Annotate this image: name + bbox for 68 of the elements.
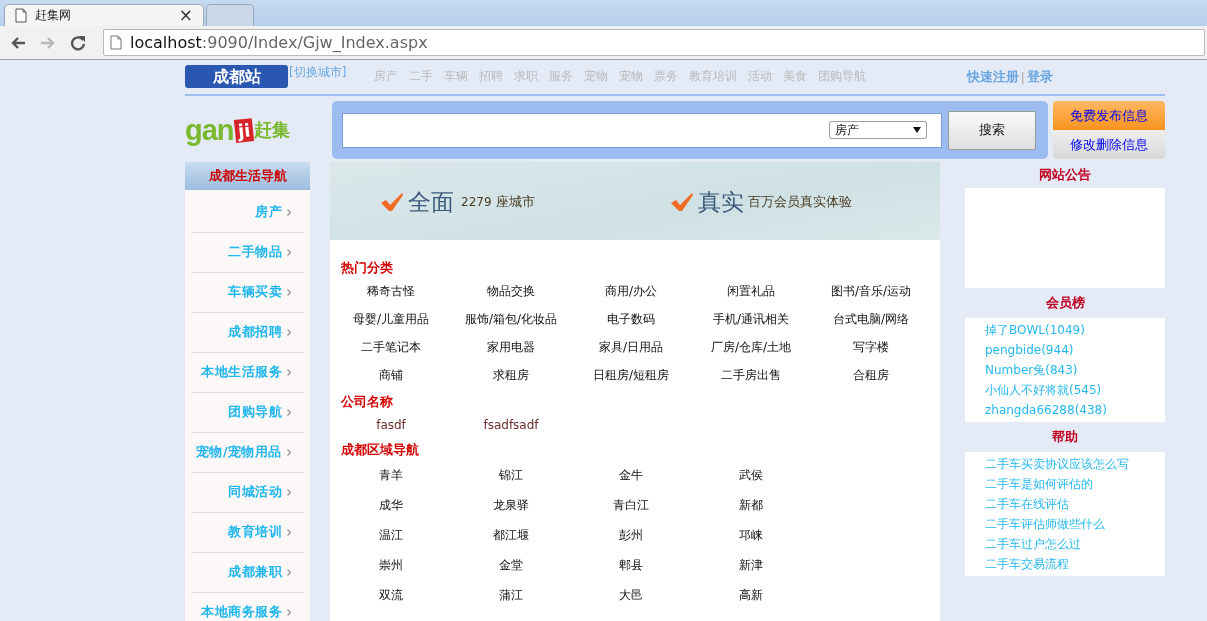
category-link[interactable]: 服饰/箱包/化妆品: [451, 304, 571, 334]
section-title: 热门分类: [340, 259, 394, 277]
company-link[interactable]: fsadfsadf: [451, 412, 571, 438]
category-link[interactable]: 商铺: [331, 360, 451, 390]
category-link[interactable]: 合租房: [811, 360, 931, 390]
logo-text: 赶集: [253, 118, 290, 142]
category-link[interactable]: 家具/日用品: [571, 332, 691, 362]
category-link[interactable]: 手机/通讯相关: [691, 304, 811, 334]
region-link[interactable]: 金牛: [571, 460, 691, 490]
region-link[interactable]: 大邑: [571, 580, 691, 610]
region-link[interactable]: 青羊: [331, 460, 451, 490]
post-button[interactable]: 免费发布信息: [1053, 101, 1165, 130]
category-link[interactable]: 台式电脑/网络: [811, 304, 931, 334]
tab-title: 赶集网: [35, 7, 72, 24]
region-link[interactable]: 新津: [691, 550, 811, 580]
region-link[interactable]: 成华: [331, 490, 451, 520]
region-link[interactable]: 蒲江: [451, 580, 571, 610]
panel-title: 帮助: [1051, 428, 1079, 446]
region-link[interactable]: 温江: [331, 520, 451, 550]
region-link[interactable]: 武侯: [691, 460, 811, 490]
browser-tab[interactable]: 赶集网 ×: [4, 4, 204, 26]
city-badge: 成都站: [185, 65, 288, 88]
banner-title: 真实: [697, 187, 744, 217]
region-link[interactable]: 彭州: [571, 520, 691, 550]
panel-title: 会员榜: [1044, 294, 1086, 312]
sidebar-title: 成都生活导航: [185, 162, 310, 190]
category-link[interactable]: 商用/办公: [571, 276, 691, 306]
logo-text: gan: [185, 113, 234, 147]
company-link[interactable]: fasdf: [331, 412, 451, 438]
region-link[interactable]: 金堂: [451, 550, 571, 580]
search-field[interactable]: 房产: [342, 112, 942, 148]
region-link[interactable]: 锦江: [451, 460, 571, 490]
separator: |: [1020, 69, 1025, 85]
category-link[interactable]: 厂房/仓库/土地: [691, 332, 811, 362]
category-link[interactable]: 稀奇古怪: [331, 276, 451, 306]
category-link[interactable]: 闲置礼品: [691, 276, 811, 306]
banner-title: 全面: [408, 187, 454, 217]
section-title: 公司名称: [340, 393, 394, 411]
region-link[interactable]: 青白江: [571, 490, 691, 520]
edit-button[interactable]: 修改删除信息: [1053, 130, 1165, 159]
region-link[interactable]: 新都: [691, 490, 811, 520]
category-link[interactable]: 二手笔记本: [331, 332, 451, 362]
address-field[interactable]: localhost:9090/Index/Gjw_Index.aspx: [103, 29, 1205, 56]
category-link[interactable]: 二手房出售: [691, 360, 811, 390]
banner-text: 百万会员真实体验: [747, 193, 852, 211]
category-link[interactable]: 图书/音乐/运动: [811, 276, 931, 306]
category-dropdown[interactable]: 房产: [829, 121, 927, 139]
category-link[interactable]: 日租房/短租房: [571, 360, 691, 390]
section-title: 成都区域导航: [340, 441, 420, 459]
category-link[interactable]: 物品交换: [451, 276, 571, 306]
close-button[interactable]: ×: [178, 7, 193, 24]
region-link[interactable]: 都江堰: [451, 520, 571, 550]
region-link[interactable]: 邛崃: [691, 520, 811, 550]
category-link[interactable]: 家用电器: [451, 332, 571, 362]
region-link[interactable]: 双流: [331, 580, 451, 610]
panel-title: 网站公告: [1038, 166, 1092, 184]
banner-text: 座城市: [495, 193, 535, 211]
region-link[interactable]: 高新: [691, 580, 811, 610]
region-link[interactable]: 郫县: [571, 550, 691, 580]
category-link[interactable]: 母婴/儿童用品: [331, 304, 451, 334]
region-link[interactable]: 崇州: [331, 550, 451, 580]
category-link[interactable]: 求租房: [451, 360, 571, 390]
search-button[interactable]: 搜索: [948, 110, 1036, 150]
logo-badge: ji: [233, 117, 255, 143]
category-link[interactable]: 写字楼: [811, 332, 931, 362]
region-link[interactable]: 龙泉驿: [451, 490, 571, 520]
banner-number: 2279: [461, 195, 492, 209]
category-link[interactable]: 电子数码: [571, 304, 691, 334]
